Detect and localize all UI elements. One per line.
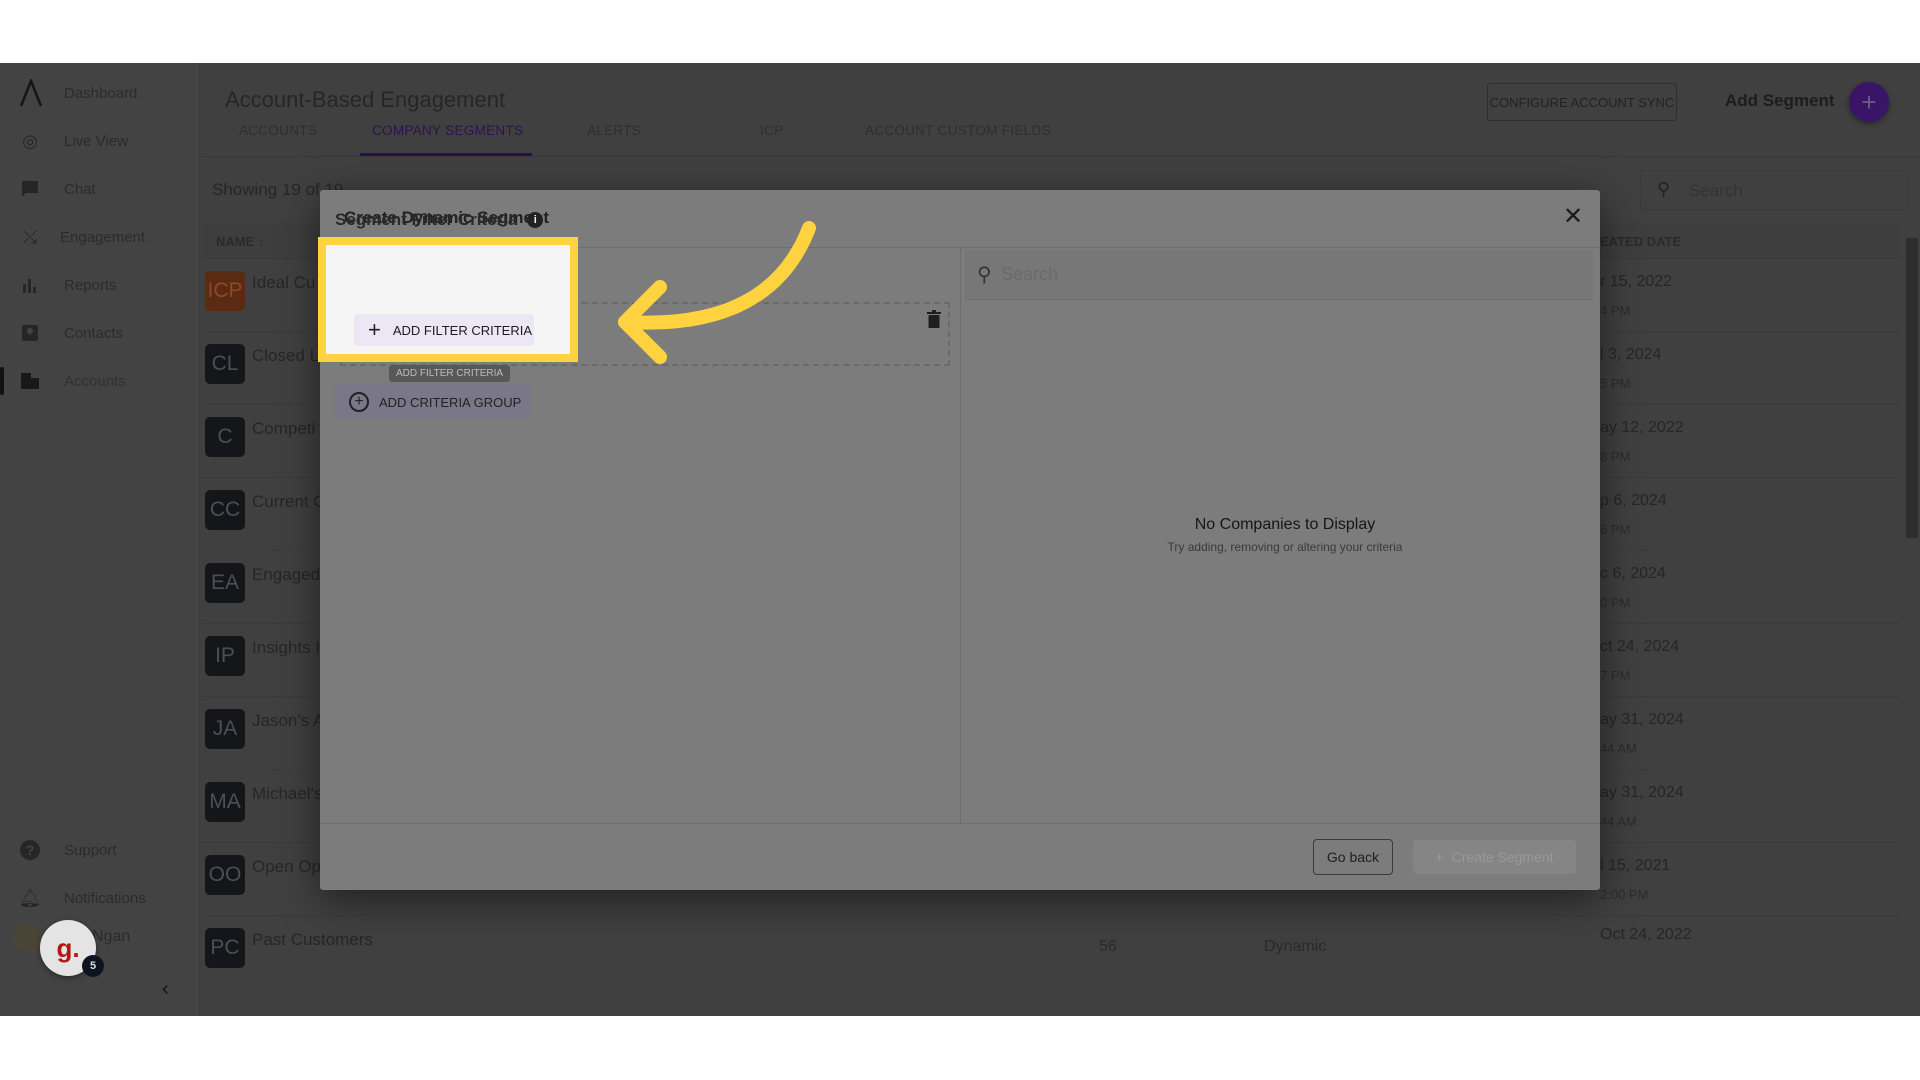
tutorial-arrow-icon (618, 221, 816, 364)
